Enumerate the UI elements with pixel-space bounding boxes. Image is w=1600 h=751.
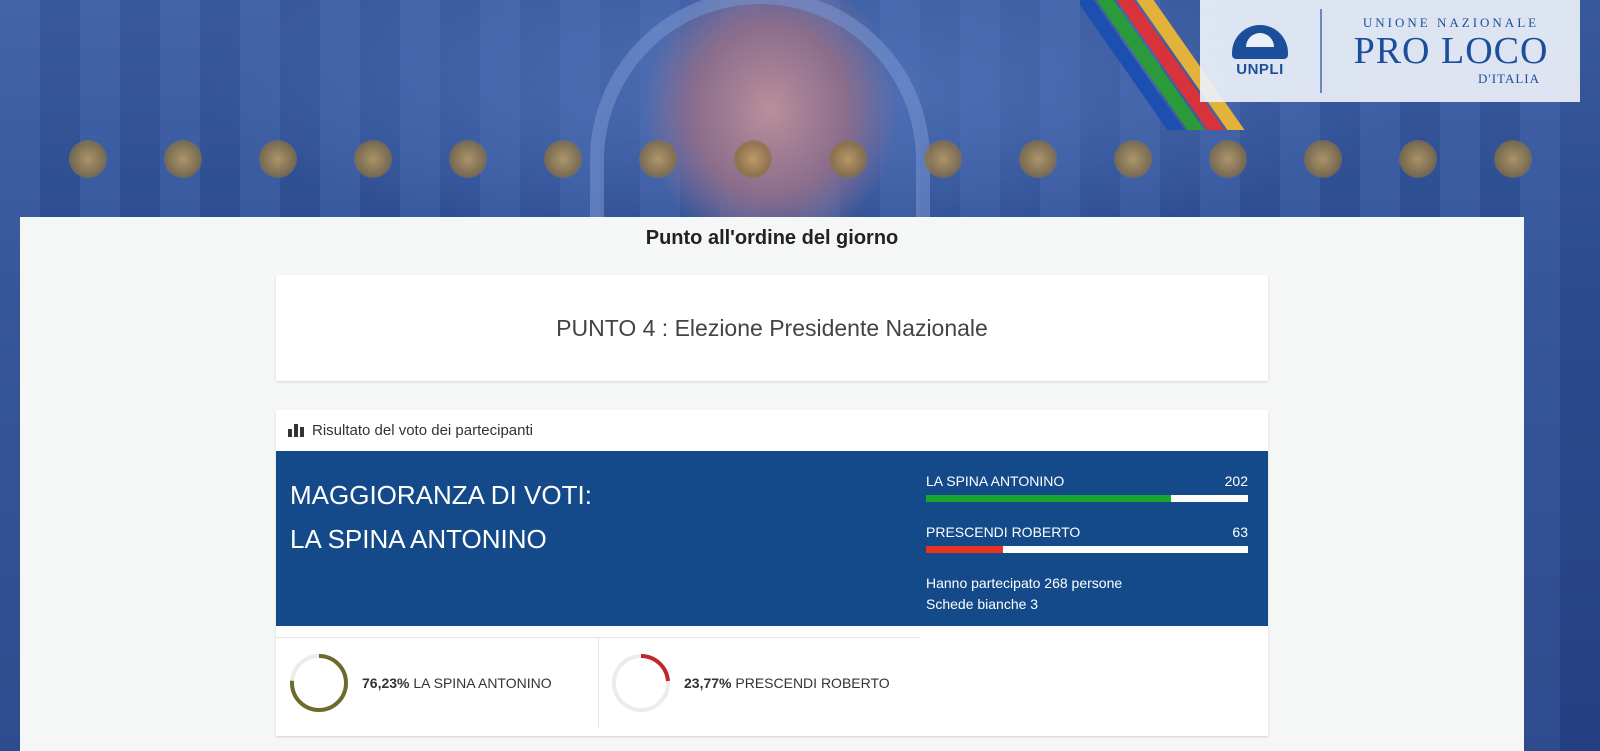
vote-stats: Hanno partecipato 268 persone Schede bia… — [926, 573, 1122, 615]
percentage-cell-1: 76,23% LA SPINA ANTONINO — [276, 637, 599, 728]
vote-bar-fill — [926, 495, 1172, 502]
percentage-cell-2: 23,77% PRESCENDI ROBERTO — [598, 637, 920, 728]
halo-decoration — [1208, 140, 1247, 178]
percentage-label: 76,23% LA SPINA ANTONINO — [362, 675, 552, 691]
halo-decoration — [448, 140, 487, 178]
result-card-header: Risultato del voto dei partecipanti — [276, 410, 1268, 451]
vote-bar-fill — [926, 546, 1003, 553]
halo-decoration — [1398, 140, 1437, 178]
proloco-line3: D'ITALIA — [1477, 71, 1540, 86]
unpli-emblem-icon — [1232, 24, 1288, 59]
halo-decoration — [923, 140, 962, 178]
bar-chart-icon — [288, 424, 304, 437]
halo-decoration — [1113, 140, 1152, 178]
halo-decoration — [638, 140, 677, 178]
proloco-logo: UNIONE NAZIONALE PRO LOCO D'ITALIA — [1322, 15, 1580, 87]
percentage-row: 76,23% LA SPINA ANTONINO 23,77% PRESCEND… — [276, 637, 1268, 728]
percentage-candidate: LA SPINA ANTONINO — [413, 675, 552, 691]
halo-decoration — [163, 140, 202, 178]
percentage-value: 76,23% — [362, 675, 410, 691]
agenda-item-text: PUNTO 4 : Elezione Presidente Nazionale — [556, 314, 988, 341]
percentage-candidate: PRESCENDI ROBERTO — [735, 675, 890, 691]
halo-decoration — [353, 140, 392, 178]
halo-decoration — [543, 140, 582, 178]
percentage-label: 23,77% PRESCENDI ROBERTO — [684, 675, 890, 691]
percentage-value: 23,77% — [684, 675, 732, 691]
vote-bar-track — [926, 546, 1248, 553]
halo-decoration — [733, 140, 772, 178]
candidate-result-2: PRESCENDI ROBERTO 63 — [926, 524, 1248, 553]
proloco-line2: PRO LOCO — [1353, 30, 1549, 72]
majority-winner: LA SPINA ANTONINO — [290, 524, 547, 554]
result-summary: MAGGIORANZA DI VOTI: LA SPINA ANTONINO L… — [276, 451, 1268, 626]
halo-decoration — [258, 140, 297, 178]
candidate-votes: 202 — [1224, 473, 1248, 489]
donut-ring-icon — [290, 654, 348, 712]
candidate-result-1: LA SPINA ANTONINO 202 — [926, 473, 1248, 502]
halo-decoration — [68, 140, 107, 178]
unpli-logo: UNPLI — [1200, 24, 1320, 78]
halo-decoration — [1018, 140, 1057, 178]
candidate-name: LA SPINA ANTONINO — [926, 473, 1065, 489]
majority-block: MAGGIORANZA DI VOTI: LA SPINA ANTONINO — [290, 473, 592, 561]
halo-decoration — [1303, 140, 1342, 178]
candidate-name: PRESCENDI ROBERTO — [926, 524, 1081, 540]
logo-panel: UNPLI UNIONE NAZIONALE PRO LOCO D'ITALIA — [1200, 0, 1580, 102]
unpli-logo-text: UNPLI — [1236, 60, 1284, 78]
logo-divider — [1320, 9, 1322, 93]
blank-ballots: Schede bianche 3 — [926, 596, 1039, 612]
proloco-line1: UNIONE NAZIONALE — [1362, 15, 1540, 30]
donut-ring-icon — [612, 654, 670, 712]
majority-label: MAGGIORANZA DI VOTI: — [290, 480, 592, 510]
page-title: Punto all'ordine del giorno — [645, 227, 899, 249]
agenda-item-card: PUNTO 4 : Elezione Presidente Nazionale — [276, 275, 1268, 381]
fresco-halos — [40, 140, 1560, 210]
voting-panel: Punto all'ordine del giorno PUNTO 4 : El… — [20, 217, 1524, 751]
result-card-title: Risultato del voto dei partecipanti — [312, 422, 533, 439]
vote-bar-track — [926, 495, 1248, 502]
halo-decoration — [828, 140, 867, 178]
candidate-votes: 63 — [1232, 524, 1248, 540]
participants-count: Hanno partecipato 268 persone — [926, 575, 1123, 591]
halo-decoration — [1493, 140, 1532, 178]
result-card: Risultato del voto dei partecipanti MAGG… — [276, 410, 1268, 736]
